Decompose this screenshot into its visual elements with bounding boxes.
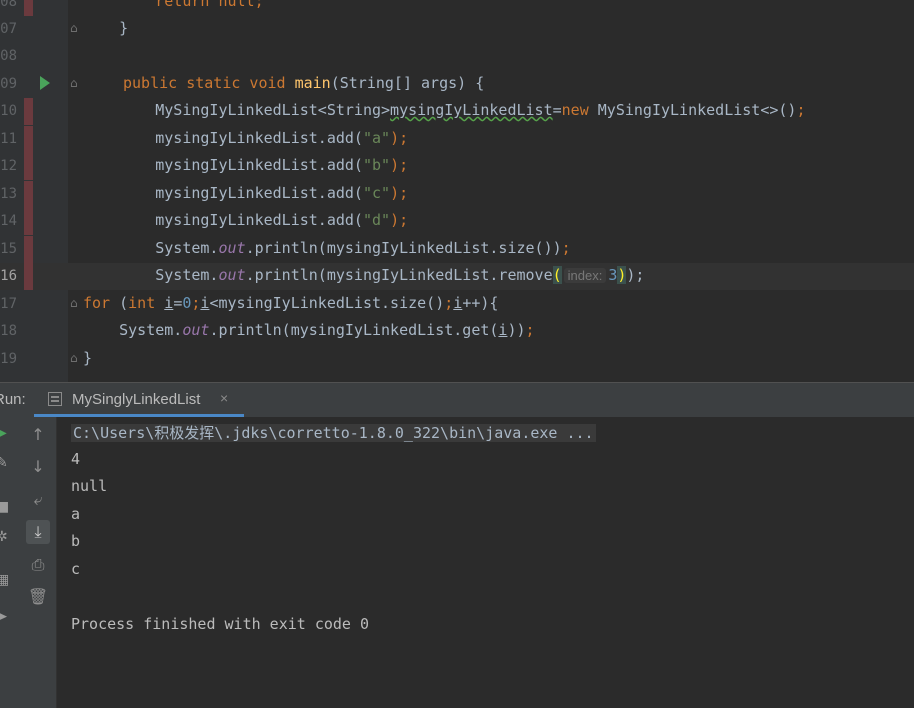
line-number: 13 [0,186,17,202]
rerun-icon[interactable]: ▶ [0,425,12,443]
line-number: 17 [0,296,17,312]
wrench-icon[interactable]: ✎ [0,455,12,473]
code-line[interactable]: 17 ⌂ for (int i=0;i<mysingIyLinkedList.s… [0,291,914,318]
down-arrow-icon[interactable]: ↓ [26,455,50,479]
run-tool-window-header: Run: MySinglyLinkedList × [0,382,914,418]
code-text: System.out.println(mysingIyLinkedList.re… [83,266,645,284]
code-text: mysingIyLinkedList.add("b"); [83,156,409,174]
trash-icon[interactable]: 🗑 [26,585,50,609]
fold-end-icon[interactable]: ⌂ [70,351,78,365]
parameter-hint: index: [563,268,607,283]
run-tab[interactable]: MySinglyLinkedList × [34,383,244,417]
code-line[interactable]: 13 mysingIyLinkedList.add("c"); [0,181,914,208]
close-icon[interactable]: × [220,390,228,406]
code-line[interactable]: 09 ⌂ public static void main(String[] ar… [0,71,914,98]
line-number: 14 [0,213,17,229]
line-number: 08 [0,0,17,10]
up-arrow-icon[interactable]: ↑ [26,423,50,447]
code-text: } [83,349,93,367]
code-text: System.out.println(mysingIyLinkedList.ge… [83,321,535,339]
code-line[interactable]: 15 System.out.println(mysingIyLinkedList… [0,236,914,263]
console-line: c [71,560,81,578]
change-marker [24,98,33,125]
console-line: 4 [71,450,81,468]
run-gutter-icon[interactable] [40,76,50,90]
fold-end-icon[interactable]: ⌂ [70,21,78,35]
change-marker [24,181,33,208]
debug-icon[interactable]: ✲ [0,529,12,547]
code-text: public static void main(String[] args) { [123,74,485,92]
console-icon [48,392,62,406]
code-line[interactable]: 14 mysingIyLinkedList.add("d"); [0,208,914,235]
console-line: C:\Users\积极发挥\.jdks\corretto-1.8.0_322\b… [71,424,596,442]
line-number: 11 [0,131,17,147]
change-marker [24,0,33,16]
change-marker [24,236,33,263]
run-tab-label: MySinglyLinkedList [72,391,201,408]
line-number: 12 [0,158,17,174]
code-text: mysingIyLinkedList.add("c"); [83,184,409,202]
line-number: 07 [0,21,17,37]
change-marker [24,126,33,153]
print-icon[interactable]: ⎙ [26,553,50,577]
code-line[interactable]: 10 MySingIyLinkedList<String>mysingIyLin… [0,98,914,125]
soft-wrap-icon[interactable]: ⤶ [26,488,50,512]
stop-icon[interactable]: ■ [0,499,12,517]
console-output[interactable]: C:\Users\积极发挥\.jdks\corretto-1.8.0_322\b… [57,417,914,708]
line-number: 15 [0,241,17,257]
code-text: return null; [83,0,264,10]
pin-icon[interactable]: ➤ [0,609,12,627]
code-line[interactable]: 08 [0,43,914,70]
code-line[interactable]: 07 ⌂ } [0,16,914,43]
fold-start-icon[interactable]: ⌂ [70,296,78,310]
console-line: Process finished with exit code 0 [71,615,370,633]
console-line: null [71,477,108,495]
code-text: mysingIyLinkedList.add("a"); [83,129,409,147]
code-line[interactable]: 08 return null; [0,0,914,16]
console-line: b [71,532,81,550]
code-line[interactable]: 19 ⌂ } [0,346,914,373]
code-line[interactable]: 12 mysingIyLinkedList.add("b"); [0,153,914,180]
code-text: System.out.println(mysingIyLinkedList.si… [83,239,571,257]
code-editor[interactable]: 08 return null; 07 ⌂ } 08 09 ⌂ public st… [0,0,914,382]
code-text: for (int i=0;i<mysingIyLinkedList.size()… [83,294,499,312]
code-line[interactable]: 11 mysingIyLinkedList.add("a"); [0,126,914,153]
run-side-strip: ▶ ✎ ■ ✲ ▦ ➤ [0,417,20,708]
line-number: 09 [0,76,17,92]
layout-icon[interactable]: ▦ [0,572,12,590]
change-marker [24,263,33,290]
line-number: 16 [0,268,17,284]
change-marker [24,153,33,180]
line-number: 10 [0,103,17,119]
console-line: a [71,505,81,523]
scroll-to-end-icon[interactable]: ⤓ [26,520,50,544]
line-number: 19 [0,351,17,367]
run-panel-title: Run: [0,391,26,408]
code-text: MySingIyLinkedList<String>mysingIyLinked… [83,101,806,119]
code-text: } [83,19,129,37]
code-line[interactable]: 18 System.out.println(mysingIyLinkedList… [0,318,914,345]
line-number: 08 [0,48,17,64]
code-line-current[interactable]: 16 System.out.println(mysingIyLinkedList… [0,263,914,290]
line-number: 18 [0,323,17,339]
change-marker [24,208,33,235]
fold-start-icon[interactable]: ⌂ [70,76,78,90]
code-text: mysingIyLinkedList.add("d"); [83,211,409,229]
console-toolbar: ↑ ↓ ⤶ ⤓ ⎙ 🗑 [20,417,57,708]
